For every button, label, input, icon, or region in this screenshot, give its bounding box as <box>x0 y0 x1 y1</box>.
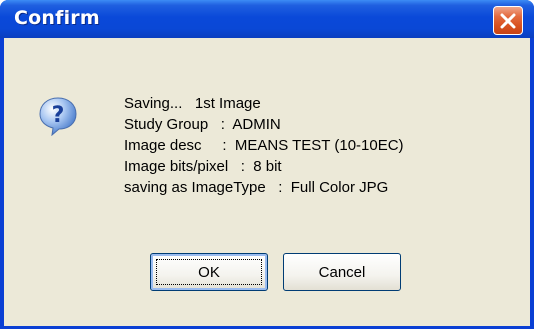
ok-button[interactable]: OK <box>150 253 268 291</box>
dialog-body: ? Saving... 1st Image Study Group : ADMI… <box>4 38 530 326</box>
dialog-title: Confirm <box>14 7 100 29</box>
confirm-dialog: Confirm ? Saving... 1st Image Study Grou… <box>0 0 534 329</box>
title-bar[interactable]: Confirm <box>0 0 534 38</box>
focus-rectangle <box>156 259 262 285</box>
message-line-image-type: saving as ImageType : Full Color JPG <box>124 179 389 196</box>
message-line-saving: Saving... 1st Image <box>124 95 261 112</box>
svg-text:?: ? <box>52 103 65 128</box>
cancel-button-label: Cancel <box>318 263 366 281</box>
close-button[interactable] <box>493 6 523 35</box>
message-line-bits-per-pixel: Image bits/pixel : 8 bit <box>124 158 282 175</box>
message-line-image-desc: Image desc : MEANS TEST (10-10EC) <box>124 137 404 154</box>
close-x-icon <box>500 13 516 28</box>
message-line-study-group: Study Group : ADMIN <box>124 116 281 133</box>
cancel-button[interactable]: Cancel <box>283 253 401 291</box>
question-icon: ? <box>39 97 77 136</box>
